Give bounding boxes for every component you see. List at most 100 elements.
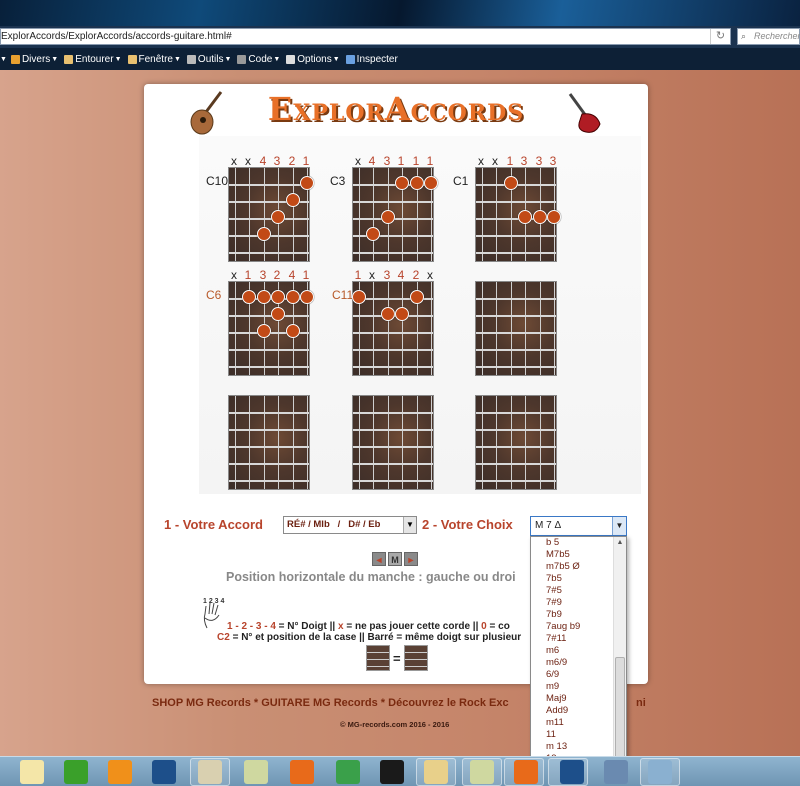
string-marker: 1 [302, 268, 310, 282]
dropdown-scrollbar[interactable]: ▲ ▼ [613, 537, 626, 768]
string-markers: xx4321 [228, 154, 318, 168]
dropdown-option[interactable]: 7aug b9 [531, 621, 626, 633]
guitar-string [496, 168, 497, 261]
dropdown-option[interactable]: M7b5 [531, 549, 626, 561]
url-text: ExplorAccords/ExplorAccords/accords-guit… [1, 31, 232, 42]
finger-dot [504, 176, 518, 190]
choix-options-list[interactable]: b 5 M7b5 m7b5 Ø 7b5 7#5 7#9 7b9 7aug b9 7#11 m6 m6… [530, 536, 627, 769]
network-icon[interactable] [604, 760, 628, 784]
dropdown-option[interactable]: m6/9 [531, 657, 626, 669]
scroll-up-icon[interactable]: ▲ [614, 537, 626, 548]
barre-illustration: = [366, 645, 428, 671]
dropdown-option[interactable]: Maj9 [531, 693, 626, 705]
pencil-icon [127, 54, 137, 64]
dropdown-option[interactable]: m6 [531, 645, 626, 657]
dropdown-option[interactable]: b 5 [531, 537, 626, 549]
electric-guitar-icon [568, 93, 601, 133]
fret-line [476, 446, 556, 448]
fret-line [229, 412, 309, 414]
fret-line [476, 235, 556, 237]
dropdown-option[interactable]: m7b5 Ø [531, 561, 626, 573]
choix-value: M 7 Δ [535, 520, 562, 531]
accord-select[interactable]: RÉ# / MIb / D# / Eb ▼ [283, 516, 417, 534]
dropdown-option[interactable]: 7b5 [531, 573, 626, 585]
dropdown-option[interactable]: 7#11 [531, 633, 626, 645]
orange-app-icon[interactable] [108, 760, 132, 784]
toolbar-code[interactable]: Code ▼ [237, 54, 280, 65]
dropdown-option[interactable]: 7#5 [531, 585, 626, 597]
toolbar-caret-icon[interactable]: ▼ [0, 56, 7, 63]
finger-dot [395, 176, 409, 190]
photoshop-icon[interactable] [152, 760, 176, 784]
ftp-icon[interactable] [380, 760, 404, 784]
guitar-string [540, 282, 541, 375]
toolbar-fenetre[interactable]: Fenêtre ▼ [127, 54, 181, 65]
editor2-icon[interactable] [470, 760, 494, 784]
guitar-string [249, 168, 250, 261]
fretboard [475, 167, 561, 262]
firefox2-icon[interactable] [514, 760, 538, 784]
finger-dot [300, 176, 314, 190]
finger-dot [271, 290, 285, 304]
notepad-icon[interactable] [20, 760, 44, 784]
string-marker: 1 [397, 154, 405, 168]
dropdown-option[interactable]: 11 [531, 729, 626, 741]
editor-icon[interactable] [244, 760, 268, 784]
fret-line [353, 349, 433, 351]
prev-position-button[interactable]: ◄ [372, 552, 386, 566]
reload-icon[interactable]: ↻ [710, 29, 730, 44]
guitar-string [511, 282, 512, 375]
toolbar-inspecter[interactable]: Inspecter [345, 54, 398, 65]
toolbar-divers[interactable]: Divers ▼ [10, 54, 58, 65]
dropdown-option[interactable]: m9 [531, 681, 626, 693]
string-marker: 1 [354, 268, 362, 282]
finger-dot [410, 290, 424, 304]
choix-select[interactable]: M 7 Δ ▼ [530, 516, 627, 536]
guitar-string [525, 282, 526, 375]
toolbar-options[interactable]: Options ▼ [286, 54, 340, 65]
middle-position-button[interactable]: M [388, 552, 402, 566]
finger-dot [271, 307, 285, 321]
toolbar-entourer[interactable]: Entourer ▼ [64, 54, 122, 65]
scroll-thumb[interactable] [615, 657, 625, 759]
dropdown-option[interactable]: 6/9 [531, 669, 626, 681]
firefox-icon[interactable] [290, 760, 314, 784]
barre-diagram-before [366, 645, 390, 671]
chevron-down-icon[interactable]: ▼ [612, 517, 626, 535]
string-marker: x [492, 154, 498, 168]
dropdown-option[interactable]: m11 [531, 717, 626, 729]
dropdown-option[interactable]: Add9 [531, 705, 626, 717]
string-marker: x [245, 154, 251, 168]
string-marker: 3 [520, 154, 528, 168]
chord-name: C1 [453, 174, 469, 188]
toolbar-outils[interactable]: Outils ▼ [186, 54, 231, 65]
url-bar[interactable]: ExplorAccords/ExplorAccords/accords-guit… [0, 28, 731, 45]
dropdown-option[interactable]: 7b9 [531, 609, 626, 621]
string-marker: 4 [368, 154, 376, 168]
fret-line [353, 235, 433, 237]
dropdown-option[interactable]: m 13 [531, 741, 626, 753]
string-markers: x13241 [228, 268, 318, 282]
next-position-button[interactable]: ► [404, 552, 418, 566]
fret-line [229, 446, 309, 448]
guitar-string [431, 396, 432, 489]
frog-icon[interactable] [64, 760, 88, 784]
chevron-down-icon[interactable]: ▼ [403, 517, 416, 533]
search-input[interactable]: ⌕ Rechercher [737, 28, 800, 45]
guitar-string [264, 168, 265, 261]
search-placeholder: Rechercher [754, 31, 800, 41]
dropdown-option[interactable]: 7#9 [531, 597, 626, 609]
image-viewer-icon[interactable] [648, 760, 672, 784]
guitar-string [373, 396, 374, 489]
string-marker: 4 [397, 268, 405, 282]
guitar-string [496, 396, 497, 489]
paint-icon[interactable] [198, 760, 222, 784]
explorer-icon[interactable] [424, 760, 448, 784]
pencil-icon [64, 54, 74, 64]
photoshop2-icon[interactable] [560, 760, 584, 784]
fret-line [353, 463, 433, 465]
fret-line [353, 412, 433, 414]
chrome-icon[interactable] [336, 760, 360, 784]
string-marker: 3 [383, 154, 391, 168]
position-nav: ◄ M ► [372, 552, 418, 566]
